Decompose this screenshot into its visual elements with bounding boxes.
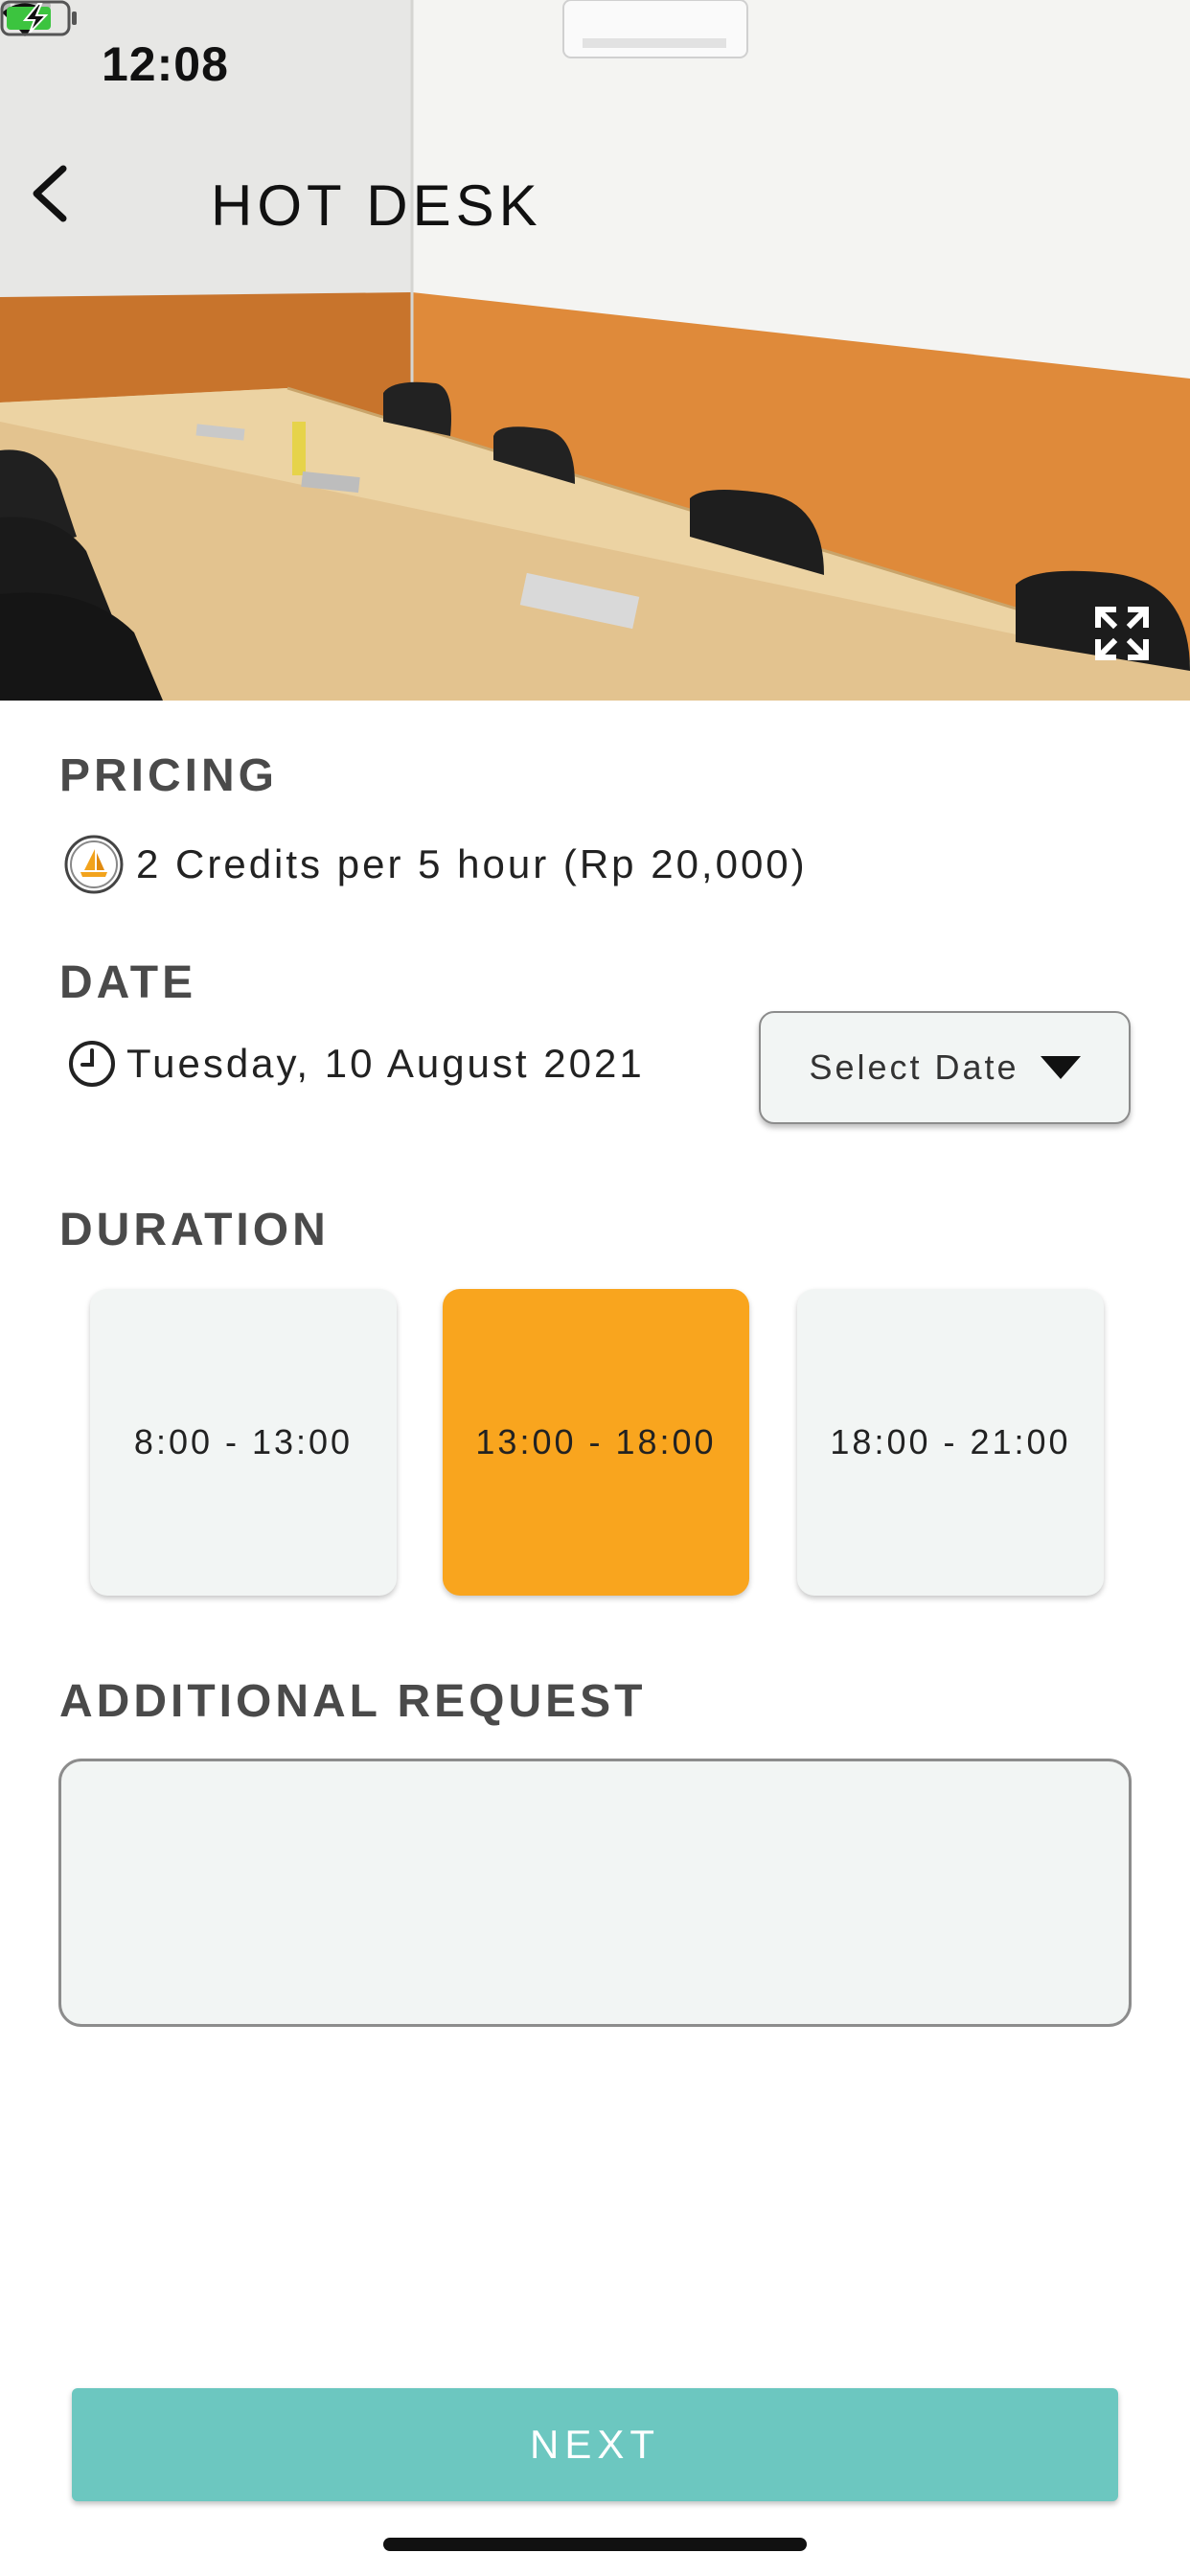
hero-photo: 12:08 HOT DESK <box>0 0 1190 701</box>
status-time: 12:08 <box>102 37 229 91</box>
expand-photo-button[interactable] <box>1092 604 1152 663</box>
next-button[interactable]: NEXT <box>72 2388 1118 2501</box>
meeting-room-photo <box>0 0 1190 701</box>
back-button[interactable] <box>29 163 105 249</box>
clock-icon <box>69 1041 115 1087</box>
duration-option-18-21[interactable]: 18:00 - 21:00 <box>797 1289 1104 1596</box>
duration-option-13-18[interactable]: 13:00 - 18:00 <box>443 1289 749 1596</box>
additional-request-heading: ADDITIONAL REQUEST <box>59 1676 647 1727</box>
select-date-label: Select Date <box>809 1047 1019 1087</box>
date-heading: DATE <box>59 957 197 1008</box>
pricing-text: 2 Credits per 5 hour (Rp 20,000) <box>136 841 808 886</box>
selected-date-text: Tuesday, 10 August 2021 <box>126 1041 645 1086</box>
select-date-button[interactable]: Select Date <box>759 1011 1131 1124</box>
pricing-row: 2 Credits per 5 hour (Rp 20,000) <box>63 834 808 895</box>
duration-heading: DURATION <box>59 1205 330 1255</box>
chevron-left-icon <box>33 165 67 222</box>
duration-option-8-13[interactable]: 8:00 - 13:00 <box>90 1289 397 1596</box>
caret-down-icon <box>1040 1056 1081 1079</box>
additional-request-field[interactable] <box>58 1759 1132 2027</box>
credit-coin-icon <box>64 835 124 894</box>
expand-icon <box>1095 607 1149 660</box>
pricing-heading: PRICING <box>59 750 279 801</box>
additional-request-input[interactable] <box>61 1761 1129 2024</box>
home-indicator <box>383 2538 807 2551</box>
date-row: Tuesday, 10 August 2021 <box>67 1039 645 1089</box>
page-title: HOT DESK <box>211 173 542 238</box>
battery-charging-icon <box>0 0 77 36</box>
